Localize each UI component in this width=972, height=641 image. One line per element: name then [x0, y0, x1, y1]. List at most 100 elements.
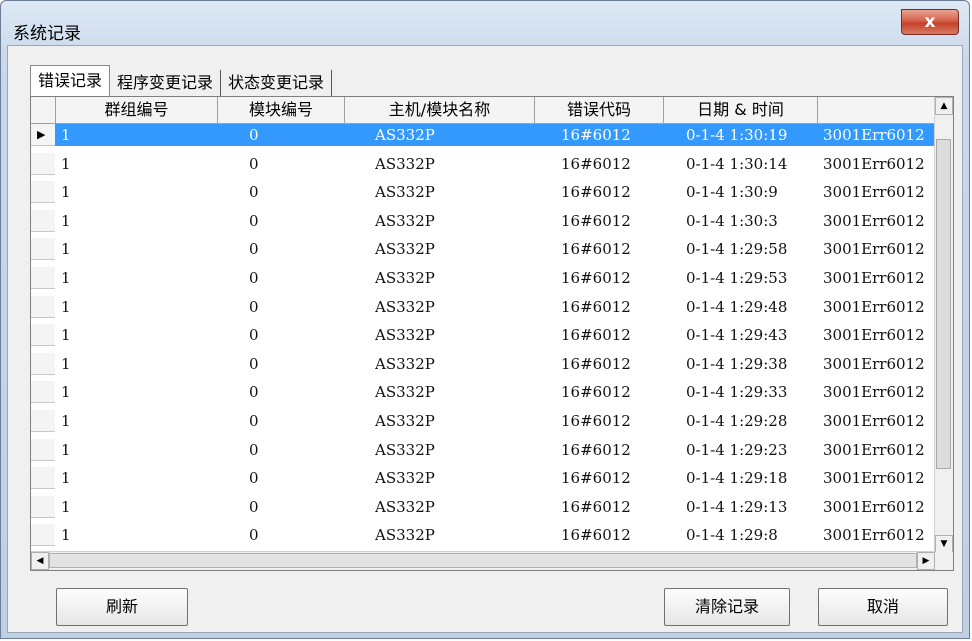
cell-name[interactable]: AS332P — [375, 296, 525, 318]
cell-group[interactable]: 1 — [61, 267, 211, 289]
tab-state-change-log[interactable]: 状态变更记录 — [221, 70, 333, 96]
cell-group[interactable]: 1 — [61, 353, 211, 375]
table-row[interactable]: 1 0 AS332P 16#6012 0-1-4 1:29:8 3001Err6012 — [31, 524, 935, 547]
vertical-scroll-thumb[interactable] — [936, 139, 951, 469]
cell-code[interactable]: 16#6012 — [561, 210, 661, 232]
cell-info[interactable]: 3001Err6012 — [823, 467, 935, 489]
cell-info[interactable]: 3001Err6012 — [823, 181, 935, 203]
row-indicator[interactable] — [31, 495, 55, 518]
cell-info[interactable]: 3001Err6012 — [823, 296, 935, 318]
cell-module[interactable]: 0 — [249, 324, 339, 346]
cell-name[interactable]: AS332P — [375, 524, 525, 546]
table-row[interactable]: 1 0 AS332P 16#6012 0-1-4 1:29:28 3001Err6012 — [31, 410, 935, 432]
cell-time[interactable]: 0-1-4 1:29:33 — [686, 381, 816, 403]
up-arrow-icon[interactable]: ▲ — [935, 97, 953, 115]
row-indicator[interactable] — [31, 467, 55, 490]
table-row[interactable]: 1 0 AS332P 16#6012 0-1-4 1:30:3 3001Err6012 — [31, 209, 935, 232]
table-row[interactable]: 1 0 AS332P 16#6012 0-1-4 1:30:9 3001Err6012 — [31, 181, 935, 204]
cell-group[interactable]: 1 — [61, 238, 211, 260]
cell-module[interactable]: 0 — [249, 410, 339, 432]
cell-module[interactable]: 0 — [249, 124, 339, 146]
cell-name[interactable]: AS332P — [375, 124, 525, 146]
cell-group[interactable]: 1 — [61, 181, 211, 203]
cell-code[interactable]: 16#6012 — [561, 181, 661, 203]
table-row[interactable]: 1 0 AS332P 16#6012 0-1-4 1:29:23 3001Err6012 — [31, 438, 935, 461]
cell-info[interactable]: 3001Err6012 — [823, 353, 935, 375]
row-indicator[interactable] — [31, 238, 55, 261]
cell-group[interactable]: 1 — [61, 324, 211, 346]
cell-time[interactable]: 0-1-4 1:30:14 — [686, 153, 816, 175]
cell-name[interactable]: AS332P — [375, 439, 525, 461]
row-indicator[interactable] — [31, 209, 55, 232]
row-indicator[interactable] — [31, 352, 55, 375]
horizontal-scrollbar[interactable]: ◀ ▶ — [31, 551, 935, 570]
cancel-button[interactable]: 取消 — [818, 588, 948, 626]
cell-code[interactable]: 16#6012 — [561, 410, 661, 432]
down-arrow-icon[interactable]: ▼ — [935, 535, 953, 553]
cell-name[interactable]: AS332P — [375, 153, 525, 175]
cell-module[interactable]: 0 — [249, 439, 339, 461]
close-button[interactable]: x — [901, 9, 959, 35]
cell-info[interactable]: 3001Err6012 — [823, 124, 935, 146]
cell-code[interactable]: 16#6012 — [561, 496, 661, 518]
cell-group[interactable]: 1 — [61, 524, 211, 546]
cell-time[interactable]: 0-1-4 1:30:9 — [686, 181, 816, 203]
cell-time[interactable]: 0-1-4 1:30:19 — [686, 124, 816, 146]
cell-code[interactable]: 16#6012 — [561, 153, 661, 175]
row-indicator[interactable] — [31, 438, 55, 461]
cell-module[interactable]: 0 — [249, 153, 339, 175]
cell-group[interactable]: 1 — [61, 210, 211, 232]
cell-code[interactable]: 16#6012 — [561, 353, 661, 375]
cell-name[interactable]: AS332P — [375, 496, 525, 518]
table-row[interactable]: 1 0 AS332P 16#6012 0-1-4 1:30:14 3001Err6012 — [31, 152, 935, 175]
left-arrow-icon[interactable]: ◀ — [31, 552, 49, 570]
cell-name[interactable]: AS332P — [375, 381, 525, 403]
cell-code[interactable]: 16#6012 — [561, 296, 661, 318]
cell-group[interactable]: 1 — [61, 381, 211, 403]
column-header-group[interactable]: 群组编号 — [56, 97, 218, 123]
cell-name[interactable]: AS332P — [375, 238, 525, 260]
cell-time[interactable]: 0-1-4 1:29:38 — [686, 353, 816, 375]
cell-group[interactable]: 1 — [61, 410, 211, 432]
error-log-grid[interactable]: 群组编号 模块编号 主机/模块名称 错误代码 日期 & 时间 ▶ 1 0 AS332P… — [30, 96, 954, 571]
vertical-scrollbar[interactable]: ▲ ▼ — [934, 97, 953, 553]
cell-module[interactable]: 0 — [249, 267, 339, 289]
cell-group[interactable]: 1 — [61, 153, 211, 175]
cell-info[interactable]: 3001Err6012 — [823, 410, 935, 432]
cell-info[interactable]: 3001Err6012 — [823, 439, 935, 461]
table-row[interactable]: 1 0 AS332P 16#6012 0-1-4 1:29:18 3001Err6012 — [31, 467, 935, 490]
cell-time[interactable]: 0-1-4 1:29:8 — [686, 524, 816, 546]
table-row[interactable]: ▶ 1 0 AS332P 16#6012 0-1-4 1:30:19 3001Err6012 — [31, 124, 935, 146]
right-arrow-icon[interactable]: ▶ — [917, 552, 935, 570]
cell-code[interactable]: 16#6012 — [561, 267, 661, 289]
cell-module[interactable]: 0 — [249, 181, 339, 203]
cell-name[interactable]: AS332P — [375, 410, 525, 432]
cell-time[interactable]: 0-1-4 1:29:43 — [686, 324, 816, 346]
cell-code[interactable]: 16#6012 — [561, 324, 661, 346]
cell-code[interactable]: 16#6012 — [561, 467, 661, 489]
cell-name[interactable]: AS332P — [375, 181, 525, 203]
column-header-datetime[interactable]: 日期 & 时间 — [664, 97, 818, 123]
cell-time[interactable]: 0-1-4 1:29:58 — [686, 238, 816, 260]
row-indicator[interactable] — [31, 152, 55, 175]
cell-info[interactable]: 3001Err6012 — [823, 324, 935, 346]
cell-info[interactable]: 3001Err6012 — [823, 238, 935, 260]
cell-module[interactable]: 0 — [249, 467, 339, 489]
cell-code[interactable]: 16#6012 — [561, 381, 661, 403]
cell-name[interactable]: AS332P — [375, 210, 525, 232]
cell-name[interactable]: AS332P — [375, 353, 525, 375]
table-row[interactable]: 1 0 AS332P 16#6012 0-1-4 1:29:43 3001Err6012 — [31, 324, 935, 347]
cell-info[interactable]: 3001Err6012 — [823, 496, 935, 518]
cell-time[interactable]: 0-1-4 1:29:23 — [686, 439, 816, 461]
cell-code[interactable]: 16#6012 — [561, 524, 661, 546]
row-indicator[interactable] — [31, 267, 55, 289]
cell-module[interactable]: 0 — [249, 524, 339, 546]
play-arrow-icon[interactable]: ▶ — [31, 124, 55, 146]
cell-group[interactable]: 1 — [61, 296, 211, 318]
cell-group[interactable]: 1 — [61, 496, 211, 518]
cell-info[interactable]: 3001Err6012 — [823, 524, 935, 546]
column-header-error-code[interactable]: 错误代码 — [535, 97, 664, 123]
cell-info[interactable]: 3001Err6012 — [823, 381, 935, 403]
cell-code[interactable]: 16#6012 — [561, 238, 661, 260]
cell-name[interactable]: AS332P — [375, 324, 525, 346]
